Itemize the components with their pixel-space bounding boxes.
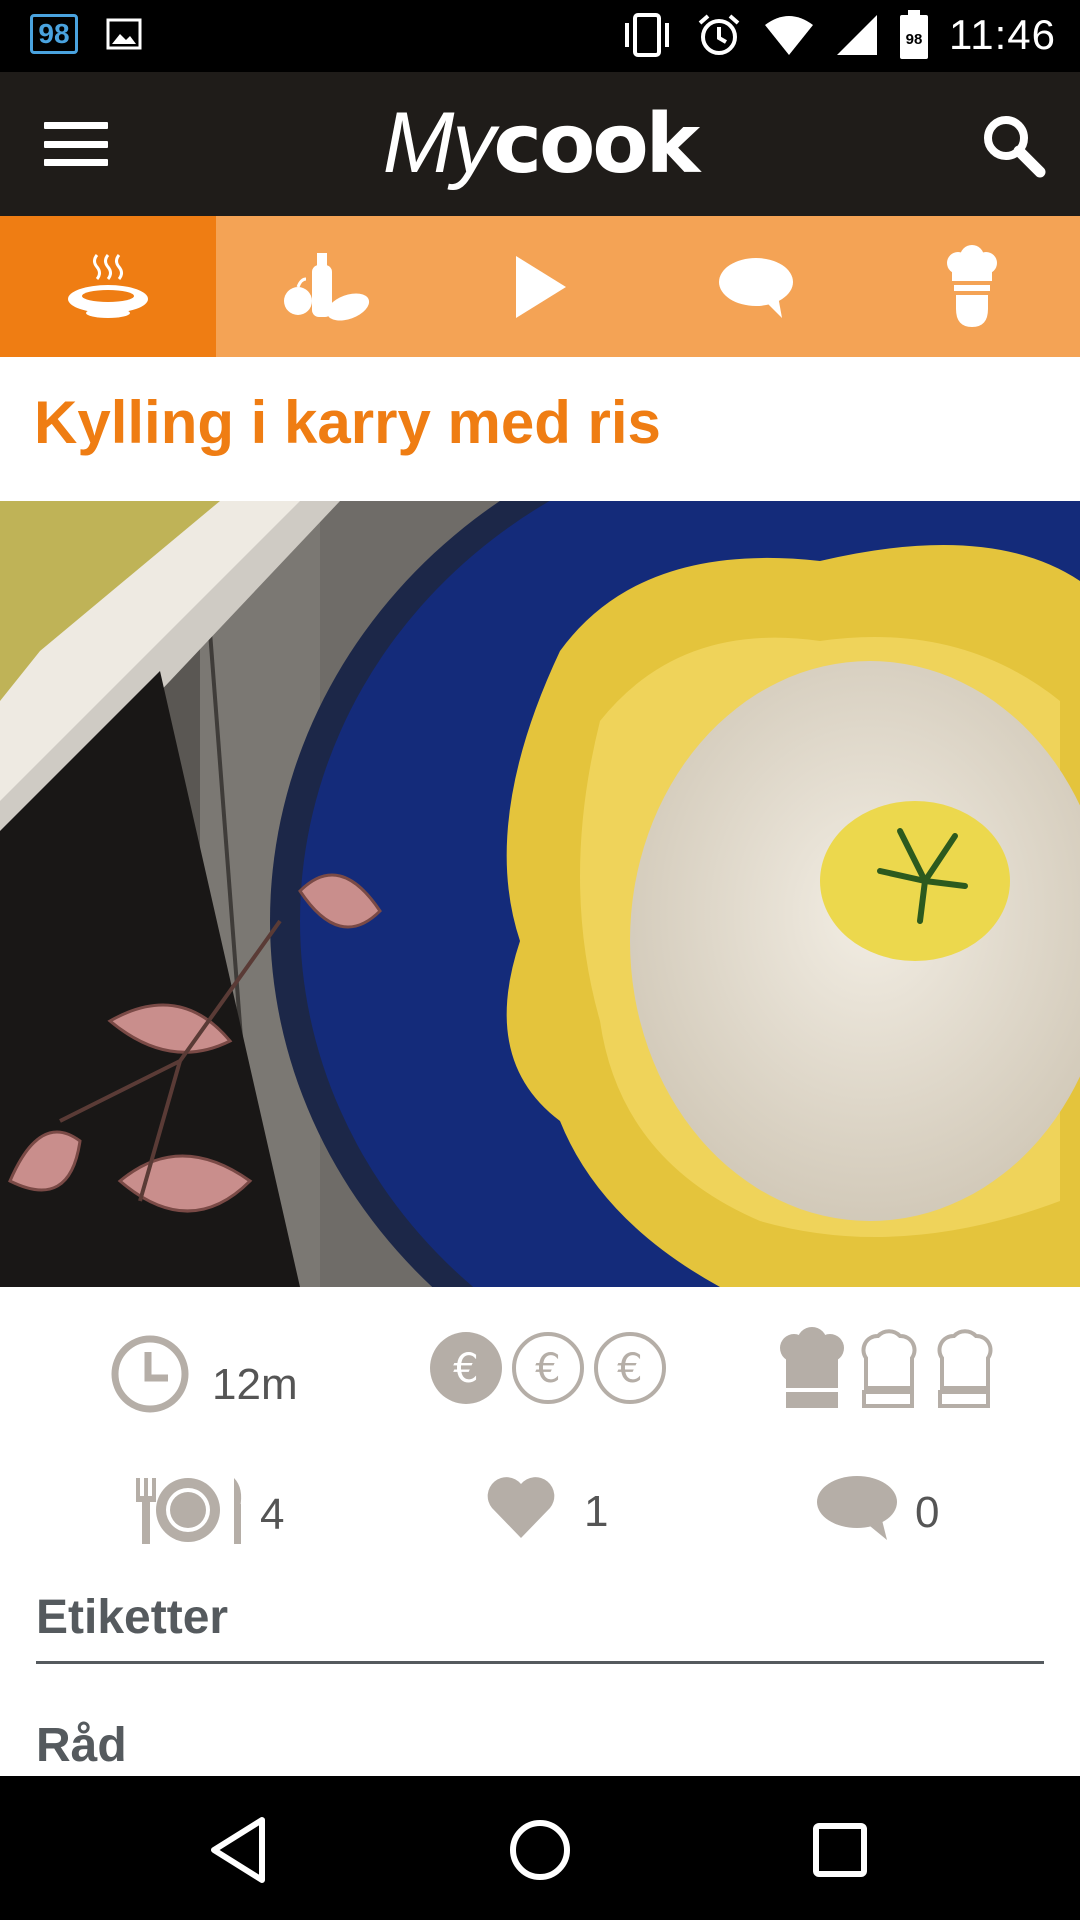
back-icon[interactable] <box>200 1810 280 1890</box>
chef-hat-icon-3 <box>937 1329 993 1408</box>
status-left: 98 <box>30 14 144 54</box>
likes-value: 1 <box>584 1487 609 1536</box>
svg-text:€: € <box>617 1346 642 1392</box>
tab-chef[interactable] <box>864 216 1080 357</box>
comments-value: 0 <box>915 1488 940 1537</box>
vibrate-icon <box>625 13 669 57</box>
system-nav-bar <box>0 1776 1080 1920</box>
chef-hat-icon-2 <box>861 1329 917 1408</box>
servings-value: 4 <box>260 1490 285 1539</box>
time-value: 12m <box>212 1360 298 1409</box>
home-icon[interactable] <box>500 1810 580 1890</box>
servings-stat: 4 <box>130 1474 284 1546</box>
image-icon <box>106 18 142 50</box>
tags-divider <box>36 1661 1044 1664</box>
euro-coin-icon-1: € <box>430 1332 502 1404</box>
time-stat: 12m <box>110 1334 298 1414</box>
status-bar: 98 98 11:46 <box>0 0 1080 72</box>
brand-logo: Mycook <box>0 94 1080 193</box>
svg-text:€: € <box>535 1346 560 1392</box>
ingredients-icon <box>284 252 370 321</box>
euro-coin-icon-2: € <box>512 1332 584 1404</box>
tab-comments[interactable] <box>648 216 864 357</box>
search-icon[interactable] <box>978 110 1050 182</box>
steaming-plate-icon <box>68 253 148 318</box>
comment-icon <box>719 257 793 318</box>
recipe-title: Kylling i karry med ris <box>34 389 661 456</box>
clock-icon <box>111 1335 189 1413</box>
cost-rating: € € € <box>428 1330 668 1406</box>
app-bar: Mycook <box>0 72 1080 216</box>
tab-ingredients[interactable] <box>216 216 432 357</box>
chef-hat-icon-1 <box>780 1327 844 1408</box>
alarm-icon <box>698 14 740 55</box>
recents-icon[interactable] <box>800 1810 880 1890</box>
plate-cutlery-icon <box>136 1478 242 1544</box>
play-icon <box>516 255 566 318</box>
notification-98-icon: 98 <box>30 14 78 54</box>
brand-cook: cook <box>493 97 700 192</box>
tags-heading: Etiketter <box>36 1591 229 1644</box>
difficulty-rating <box>776 1326 1000 1410</box>
status-time: 11:46 <box>949 11 1056 58</box>
comments-stat[interactable]: 0 <box>815 1474 939 1542</box>
heart-icon <box>487 1477 555 1538</box>
tab-video[interactable] <box>432 216 648 357</box>
signal-icon <box>837 15 877 55</box>
wifi-icon <box>765 16 813 55</box>
recipe-photo <box>0 501 1080 1287</box>
comment-bubble-icon <box>817 1476 897 1540</box>
svg-text:€: € <box>453 1346 478 1392</box>
tips-heading: Råd <box>36 1719 127 1772</box>
battery-level-text: 98 <box>906 31 923 48</box>
brand-my: My <box>382 95 496 191</box>
battery-icon: 98 <box>900 10 928 59</box>
likes-stat[interactable]: 1 <box>486 1474 608 1540</box>
tab-recipe[interactable] <box>0 216 216 357</box>
recipe-tabs <box>0 216 1080 357</box>
status-right: 98 11:46 <box>619 10 1056 60</box>
chef-hat-icon <box>947 244 997 327</box>
euro-coin-icon-3: € <box>594 1332 666 1404</box>
